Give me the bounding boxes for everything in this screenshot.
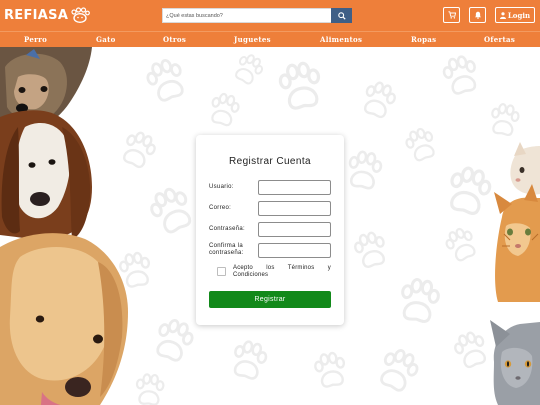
- email-label: Correo:: [209, 205, 232, 211]
- user-icon: [499, 11, 506, 19]
- register-button[interactable]: Registrar: [209, 291, 331, 308]
- nav-item-gato[interactable]: Gato: [96, 35, 116, 44]
- terms-checkbox[interactable]: [217, 267, 226, 276]
- bell-icon: [474, 11, 481, 19]
- cart-button[interactable]: [443, 7, 460, 23]
- nav-item-otros[interactable]: Otros: [163, 35, 186, 44]
- nav-item-ropas[interactable]: Ropas: [411, 35, 436, 44]
- search-input[interactable]: [162, 8, 331, 23]
- search-icon: [337, 11, 346, 20]
- nav-item-juguetes[interactable]: Juguetes: [234, 35, 271, 44]
- nav-item-ofertas[interactable]: Ofertas: [484, 35, 515, 44]
- logo[interactable]: REFIASA: [4, 6, 91, 24]
- login-button[interactable]: Login: [495, 7, 535, 23]
- confirm-password-label: Confirma la contraseña:: [209, 243, 244, 256]
- username-input[interactable]: [258, 180, 331, 195]
- email-input[interactable]: [258, 201, 331, 216]
- cart-icon: [447, 11, 456, 19]
- register-card: Registrar Cuenta Usuario: Correo: Contra…: [196, 135, 344, 325]
- nav-item-perro[interactable]: Perro: [24, 35, 47, 44]
- paw-logo-icon: [71, 7, 91, 23]
- login-label: Login: [507, 10, 531, 20]
- register-title: Registrar Cuenta: [229, 156, 311, 167]
- category-nav: Perro Gato Otros Juguetes Alimentos Ropa…: [0, 31, 540, 47]
- cats-image: [490, 142, 540, 405]
- password-label: Contraseña:: [209, 226, 245, 232]
- dogs-image: [0, 47, 128, 405]
- notifications-button[interactable]: [469, 7, 486, 23]
- search-button[interactable]: [331, 8, 352, 23]
- logo-text: REFIASA: [4, 7, 69, 23]
- username-label: Usuario:: [209, 184, 234, 190]
- nav-item-alimentos[interactable]: Alimentos: [320, 35, 362, 44]
- terms-label: Acepto los Términos y Condiciones: [233, 265, 331, 278]
- top-bar: REFIASA ¿Qué estas buscando? Login: [0, 0, 540, 31]
- search-bar: [162, 8, 352, 23]
- password-input[interactable]: [258, 222, 331, 237]
- confirm-password-input[interactable]: [258, 243, 331, 258]
